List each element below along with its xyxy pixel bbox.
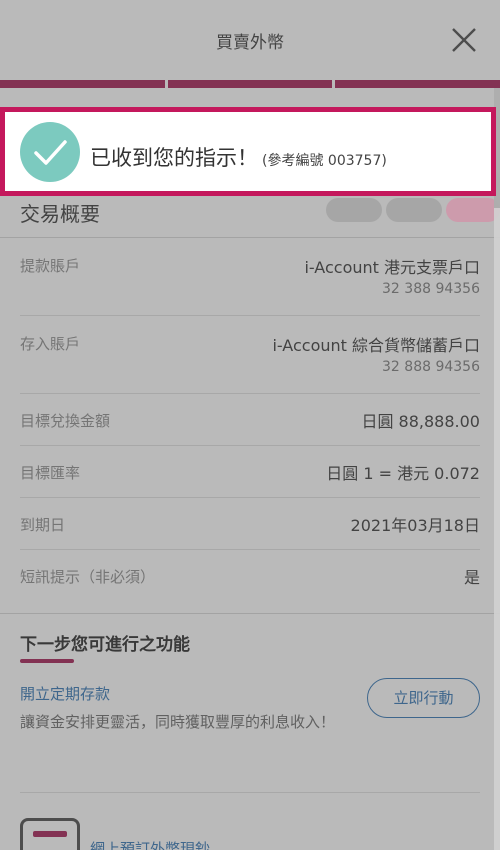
check-circle-icon <box>20 122 80 182</box>
skeleton-placeholder <box>386 198 442 222</box>
success-toast: 已收到您的指示！ (參考編號 003757) <box>0 107 496 196</box>
row-value: 2021年03月18日 <box>350 516 480 535</box>
reference-number: (參考編號 003757) <box>262 153 387 169</box>
fx-preorder-link[interactable]: 網上預訂外幣現鈔 <box>90 838 210 850</box>
page-title: 買賣外幣 <box>216 33 284 53</box>
summary-row-withdraw-account: 提款賬戶 i-Account 港元支票戶口 32 388 94356 <box>20 238 480 316</box>
act-now-button[interactable]: 立即行動 <box>367 678 480 718</box>
fixed-deposit-description: 讓資金安排更靈活，同時獲取豐厚的利息收入！ <box>20 713 336 731</box>
skeleton-placeholder <box>446 198 500 222</box>
row-sub-value: 32 888 94356 <box>382 359 480 375</box>
summary-row-target-amount: 目標兌換金額 日圓 88,888.00 <box>20 394 480 446</box>
progress-step <box>0 80 165 88</box>
row-label: 到期日 <box>20 516 66 534</box>
row-label: 提款賬戶 <box>20 257 81 275</box>
row-label: 目標匯率 <box>20 464 81 482</box>
summary-row-expiry-date: 到期日 2021年03月18日 <box>20 498 480 550</box>
toast-message: 已收到您的指示！ <box>90 146 258 170</box>
open-fixed-deposit-link[interactable]: 開立定期存款 <box>20 683 110 704</box>
divider <box>0 613 500 614</box>
row-value: i-Account 綜合貨幣儲蓄戶口 <box>272 336 480 355</box>
summary-title: 交易概要 <box>20 202 100 226</box>
fx-cash-icon[interactable] <box>20 818 80 850</box>
title-underline <box>20 659 74 663</box>
toast-message-line: 已收到您的指示！ (參考編號 003757) <box>90 142 387 172</box>
progress-stepper <box>0 80 500 88</box>
progress-step <box>167 80 333 88</box>
close-icon <box>452 28 476 52</box>
row-value: i-Account 港元支票戶口 <box>304 258 480 277</box>
row-sub-value: 32 388 94356 <box>382 281 480 297</box>
skeleton-placeholder <box>326 198 382 222</box>
row-value: 日圓 88,888.00 <box>361 412 480 431</box>
divider <box>20 792 480 793</box>
row-label: 存入賬戶 <box>20 335 81 353</box>
next-steps-title: 下一步您可進行之功能 <box>20 635 190 655</box>
row-label: 目標兌換金額 <box>20 412 111 430</box>
summary-row-target-rate: 目標匯率 日圓 1 = 港元 0.072 <box>20 446 480 498</box>
header: 買賣外幣 <box>0 0 500 80</box>
progress-step <box>335 80 500 88</box>
row-label: 短訊提示（非必須） <box>20 568 156 586</box>
fx-cash-icon-bar <box>33 831 67 837</box>
row-value: 是 <box>463 568 480 587</box>
summary-row-deposit-account: 存入賬戶 i-Account 綜合貨幣儲蓄戶口 32 888 94356 <box>20 316 480 394</box>
row-value: 日圓 1 = 港元 0.072 <box>326 464 480 483</box>
close-button[interactable] <box>450 26 478 54</box>
summary-row-sms-alert: 短訊提示（非必須） 是 <box>20 550 480 602</box>
